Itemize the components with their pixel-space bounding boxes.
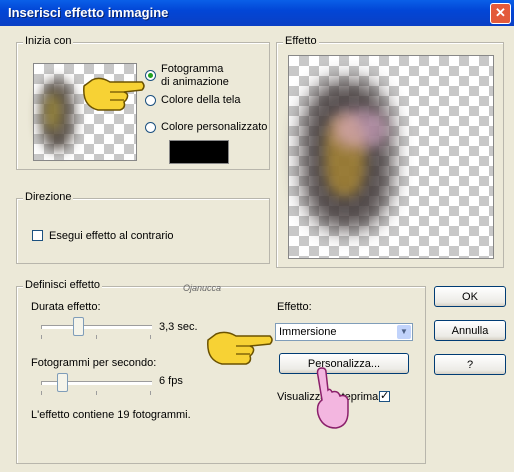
define-effect-group: Definisci effetto Durata effetto: 3,3 se… [16,279,426,464]
title-bar[interactable]: Inserisci effetto immagine ✕ [0,0,514,26]
duration-label: Durata effetto: [31,301,101,313]
window-title: Inserisci effetto immagine [8,5,169,20]
cancel-button[interactable]: Annulla [434,320,506,341]
fps-label: Fotogrammi per secondo: [31,357,157,369]
radio-animation-frame-label-line1: Fotogramma [161,63,224,75]
define-effect-legend: Definisci effetto [23,279,103,291]
duration-tick [150,335,151,339]
dialog-body: Inizia con Fotogramma di animazione Colo… [0,26,514,472]
radio-canvas-color[interactable] [145,95,156,106]
dropdown-arrow-icon[interactable]: ▼ [397,325,411,339]
fps-value: 6 fps [159,375,183,387]
ok-button[interactable]: OK [434,286,506,307]
effect-preview-image [288,55,494,259]
duration-tick [41,335,42,339]
direction-group: Direzione Esegui effetto al contrario [16,191,270,264]
effect-type-label: Effetto: [277,301,312,313]
start-with-legend: Inizia con [23,35,74,47]
show-preview-checkbox[interactable]: ✓ [379,391,390,402]
effect-type-value: Immersione [279,326,337,338]
help-button[interactable]: ? [434,354,506,375]
fps-tick [150,391,151,395]
custom-color-swatch[interactable] [169,140,229,164]
duration-slider-track[interactable] [41,325,152,329]
reverse-effect-checkbox[interactable] [32,230,43,241]
fps-tick [41,391,42,395]
close-icon[interactable]: ✕ [490,3,511,24]
duration-value: 3,3 sec. [159,321,198,333]
insert-image-effect-dialog: Inserisci effetto immagine ✕ Inizia con … [0,0,514,472]
direction-legend: Direzione [23,191,74,203]
radio-canvas-color-label: Colore della tela [161,94,241,106]
watermark-text: Ojanucca [183,283,222,293]
effect-type-dropdown[interactable]: Immersione ▼ [275,323,413,341]
pointing-hand-icon [207,331,273,365]
pointing-hand-icon [316,367,349,429]
fps-slider-thumb[interactable] [57,373,68,392]
effect-preview-group: Effetto [276,35,504,268]
radio-custom-color[interactable] [145,122,156,133]
duration-tick [96,335,97,339]
pointing-hand-icon [83,77,145,111]
radio-animation-frame-label-line2: di animazione [161,76,229,88]
radio-custom-color-label: Colore personalizzato [161,121,268,133]
reverse-effect-label: Esegui effetto al contrario [49,230,174,242]
duration-slider-thumb[interactable] [73,317,84,336]
fps-tick [96,391,97,395]
effect-preview-legend: Effetto [283,35,319,47]
frames-info: L'effetto contiene 19 fotogrammi. [31,409,191,421]
radio-animation-frame[interactable] [145,70,156,81]
